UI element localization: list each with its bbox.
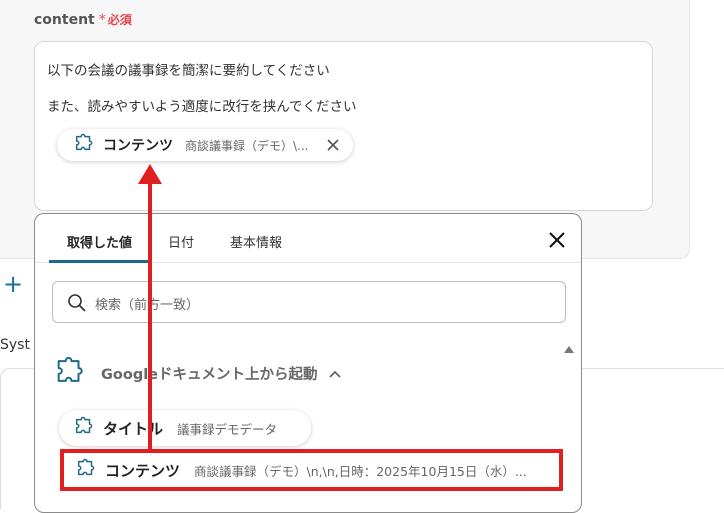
field-label-text: content: [34, 12, 95, 28]
required-star: *: [98, 12, 106, 28]
prompt-line-2: また、読みやすいよう適度に改行を挟んでください: [47, 99, 357, 115]
tab-date[interactable]: 日付: [168, 232, 194, 251]
section-header-google-docs[interactable]: Googleドキュメント上から起動: [53, 356, 342, 388]
close-icon[interactable]: [547, 230, 567, 250]
required-label: 必須: [107, 13, 132, 27]
content-textarea[interactable]: 以下の会議の議事録を簡潔に要約してください また、読みやすいよう適度に改行を挟ん…: [34, 41, 653, 211]
next-section-label: Syst: [0, 337, 30, 353]
search-input[interactable]: 検索（前方一致）: [52, 281, 566, 323]
list-item-value: 議事録デモデータ: [177, 421, 278, 437]
active-tab-indicator: [49, 260, 149, 263]
list-item-title[interactable]: タイトル 議事録デモデータ: [59, 410, 311, 446]
prompt-line-1: 以下の会議の議事録を簡潔に要約してください: [47, 63, 330, 79]
search-icon: [67, 293, 87, 317]
puzzle-icon: [53, 354, 87, 392]
close-icon[interactable]: [323, 135, 343, 155]
list-item-name: タイトル: [103, 419, 164, 438]
highlight-box: [60, 449, 563, 491]
puzzle-icon: [73, 132, 95, 158]
add-button[interactable]: +: [3, 272, 23, 296]
puzzle-icon: [73, 415, 95, 441]
scroll-up-icon[interactable]: [564, 346, 574, 353]
inserted-chip-title: コンテンツ: [103, 138, 173, 154]
chevron-up-icon: [328, 364, 342, 383]
tab-basic-info[interactable]: 基本情報: [230, 232, 282, 251]
inserted-variable-chip[interactable]: コンテンツ 商談議事録（デモ）\...: [57, 129, 353, 161]
section-title: Googleドキュメント上から起動: [101, 366, 318, 383]
field-label: content * 必須: [34, 11, 132, 28]
inserted-chip-value: 商談議事録（デモ）\...: [185, 138, 309, 153]
search-placeholder: 検索（前方一致）: [95, 298, 200, 313]
tab-acquired-values[interactable]: 取得した値: [67, 232, 132, 251]
